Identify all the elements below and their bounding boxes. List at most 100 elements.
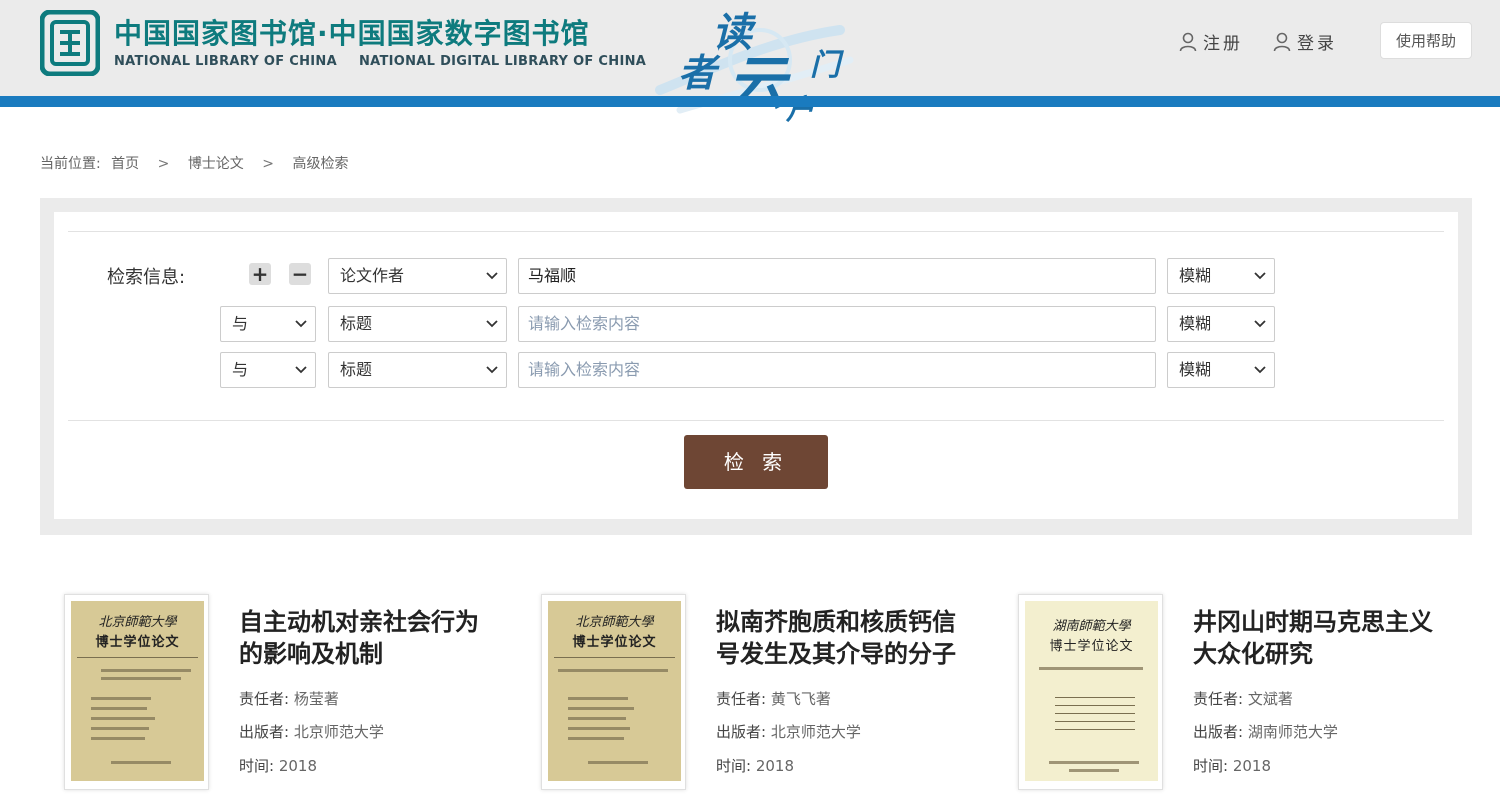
result-responsible: 责任者: 黄飞飞著 [716, 688, 831, 709]
field-select-value: 标题 [340, 314, 373, 333]
time-label: 时间: [716, 757, 752, 775]
thesis-cover-image[interactable]: 北京師範大學 博士学位论文 [541, 594, 686, 790]
user-icon [1273, 32, 1291, 51]
match-mode-value: 模糊 [1179, 266, 1212, 285]
thesis-cover-image[interactable]: 湖南師範大學 博士学位论文 [1018, 594, 1163, 790]
cover-title: 博士学位论文 [1049, 639, 1134, 654]
time-value: 2018 [278, 757, 318, 775]
result-title[interactable]: 拟南芥胞质和核质钙信号发生及其介导的分子 [716, 606, 966, 670]
breadcrumb-home[interactable]: 首页 [111, 156, 139, 172]
responsible-value: 文斌著 [1247, 690, 1293, 708]
cover-text-line [91, 707, 147, 710]
result-publisher: 出版者: 北京师范大学 [239, 721, 384, 742]
advanced-search-panel: 检索信息: + − 论文作者 马福顺 模糊 与 标题 请输入检索内容 模糊 与 [40, 198, 1472, 535]
cover-text-line [568, 697, 628, 700]
result-responsible: 责任者: 杨莹著 [239, 688, 339, 709]
login-link[interactable]: 登录 [1273, 29, 1337, 54]
cover-rule [77, 657, 198, 658]
search-input-row-1[interactable]: 马福顺 [518, 258, 1156, 294]
logic-select-value: 与 [232, 360, 249, 379]
chevron-down-icon [1254, 366, 1266, 374]
remove-row-button[interactable]: − [289, 263, 311, 285]
logo-chinese-name[interactable]: 中国国家图书馆·中国国家数字图书馆 [114, 12, 590, 52]
search-input-row-3[interactable]: 请输入检索内容 [518, 352, 1156, 388]
match-mode-select-row-2[interactable]: 模糊 [1167, 306, 1275, 342]
logo-english-name-2: NATIONAL DIGITAL LIBRARY OF CHINA [358, 54, 647, 69]
match-mode-value: 模糊 [1179, 314, 1212, 333]
user-icon [1179, 32, 1197, 51]
result-time: 时间: 2018 [1193, 755, 1271, 776]
help-button[interactable]: 使用帮助 [1380, 22, 1472, 59]
chevron-down-icon [486, 320, 498, 328]
result-publisher: 出版者: 北京师范大学 [716, 721, 861, 742]
cover-school-name: 北京師範大學 [575, 615, 654, 630]
field-select-row-2[interactable]: 标题 [328, 306, 507, 342]
publisher-value: 北京师范大学 [770, 723, 861, 741]
reader-portal-logo: 读 者 云 门 户 [650, 0, 860, 132]
match-mode-select-row-1[interactable]: 模糊 [1167, 258, 1275, 294]
responsible-value: 黄飞飞著 [770, 690, 831, 708]
search-input-row-2[interactable]: 请输入检索内容 [518, 306, 1156, 342]
library-logo-icon[interactable] [40, 10, 100, 76]
cover-school-name: 北京師範大學 [98, 615, 177, 630]
cover-paper: 北京師範大學 博士学位论文 [548, 601, 681, 781]
chevron-down-icon [486, 272, 498, 280]
result-title[interactable]: 自主动机对亲社会行为的影响及机制 [239, 606, 489, 670]
portal-char-5: 户 [786, 93, 815, 126]
publisher-value: 湖南师范大学 [1247, 723, 1338, 741]
logo-english-name-1: NATIONAL LIBRARY OF CHINA [114, 54, 337, 69]
cover-rule [554, 657, 675, 658]
search-info-label: 检索信息: [107, 267, 186, 288]
add-row-button[interactable]: + [249, 263, 271, 285]
responsible-label: 责任者: [239, 690, 290, 708]
portal-char-3: 云 [728, 49, 787, 117]
result-responsible: 责任者: 文斌著 [1193, 688, 1293, 709]
chevron-down-icon [1254, 320, 1266, 328]
result-publisher: 出版者: 湖南师范大学 [1193, 721, 1338, 742]
register-label: 注册 [1203, 34, 1243, 54]
chevron-down-icon [295, 320, 307, 328]
field-select-row-3[interactable]: 标题 [328, 352, 507, 388]
cover-paper: 北京師範大學 博士学位论文 [71, 601, 204, 781]
chevron-down-icon [1254, 272, 1266, 280]
time-value: 2018 [755, 757, 795, 775]
portal-char-2: 者 [678, 50, 717, 95]
field-select-row-1[interactable]: 论文作者 [328, 258, 507, 294]
responsible-label: 责任者: [1193, 690, 1244, 708]
cover-rule [1055, 705, 1135, 706]
site-header: 中国国家图书馆·中国国家数字图书馆 NATIONAL LIBRARY OF CH… [0, 0, 1500, 126]
publisher-label: 出版者: [239, 723, 290, 741]
cover-text-line [1069, 769, 1119, 772]
result-time: 时间: 2018 [239, 755, 317, 776]
search-form: 检索信息: + − 论文作者 马福顺 模糊 与 标题 请输入检索内容 模糊 与 [54, 212, 1458, 519]
search-submit-button[interactable]: 检 索 [684, 435, 828, 489]
breadcrumb-separator: > [157, 156, 170, 172]
breadcrumb: 当前位置: 首页 > 博士论文 > 高级检索 [40, 153, 348, 173]
chevron-down-icon [486, 366, 498, 374]
cover-text-line [1039, 667, 1143, 670]
header-accent-bar [0, 96, 1500, 107]
cover-text-line [588, 761, 648, 764]
cover-title: 博士学位论文 [572, 635, 657, 650]
thesis-cover-image[interactable]: 北京師範大學 博士学位论文 [64, 594, 209, 790]
cover-title: 博士学位论文 [95, 635, 180, 650]
responsible-value: 杨莹著 [293, 690, 339, 708]
cover-text-line [568, 707, 634, 710]
cover-text-line [568, 717, 626, 720]
time-label: 时间: [239, 757, 275, 775]
portal-char-4: 门 [810, 48, 840, 83]
match-mode-value: 模糊 [1179, 360, 1212, 379]
logic-select-row-2[interactable]: 与 [220, 306, 316, 342]
chevron-down-icon [295, 366, 307, 374]
breadcrumb-separator: > [262, 156, 274, 172]
publisher-label: 出版者: [716, 723, 767, 741]
cover-school-name: 湖南師範大學 [1052, 619, 1131, 634]
breadcrumb-theses[interactable]: 博士论文 [188, 156, 244, 172]
match-mode-select-row-3[interactable]: 模糊 [1167, 352, 1275, 388]
divider [68, 420, 1444, 421]
register-link[interactable]: 注册 [1179, 29, 1243, 54]
logic-select-row-3[interactable]: 与 [220, 352, 316, 388]
cover-paper: 湖南師範大學 博士学位论文 [1025, 601, 1158, 781]
result-title[interactable]: 井冈山时期马克思主义大众化研究 [1193, 606, 1443, 670]
cover-text-line [91, 737, 145, 740]
